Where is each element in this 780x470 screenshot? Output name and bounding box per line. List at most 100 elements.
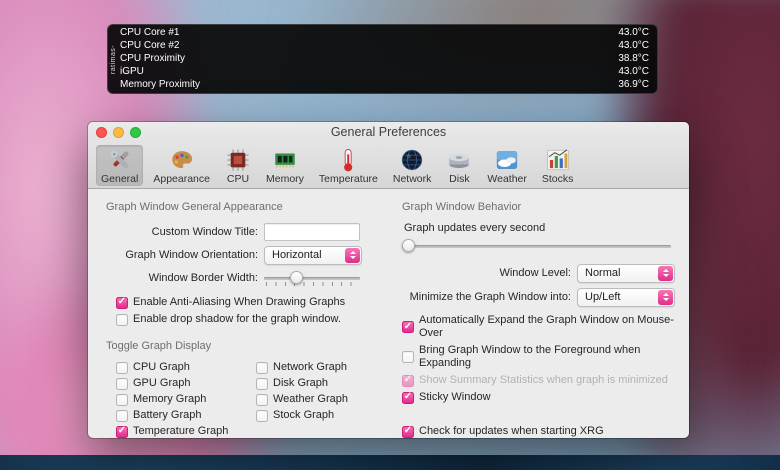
behavior-column: Graph Window Behavior Graph updates ever… (398, 201, 675, 438)
minimize-into-row: Minimize the Graph Window into: Up/Left (398, 287, 675, 307)
toolbar-item-disk[interactable]: Disk (441, 145, 477, 186)
sensor-label: CPU Proximity (120, 52, 186, 64)
checkbox-auto-expand[interactable]: Automatically Expand the Graph Window on… (402, 314, 675, 340)
update-speed-label: Graph updates every second (404, 222, 546, 234)
toolbar-item-weather[interactable]: Weather (482, 145, 532, 186)
memory-chip-icon (272, 147, 298, 173)
graph-toggle-grid: CPU Graph Network Graph GPU Graph Disk G… (102, 361, 378, 438)
section-title-behavior: Graph Window Behavior (402, 201, 522, 213)
checkbox-label: Enable Anti-Aliasing When Drawing Graphs (133, 296, 346, 308)
checkbox-box (402, 321, 414, 333)
checkbox-box (116, 296, 128, 309)
disk-icon (446, 147, 472, 173)
weather-cloud-icon (494, 147, 520, 173)
sensor-list: CPU Core #1 43.0°C CPU Core #2 43.0°C CP… (120, 27, 649, 91)
checkbox-temperature-graph[interactable]: Temperature Graph (116, 425, 242, 438)
preferences-content: Graph Window General Appearance Custom W… (88, 189, 689, 438)
sensor-row: CPU Proximity 38.8°C (120, 53, 649, 65)
border-width-label: Window Border Width: (148, 272, 258, 284)
toolbar-item-cpu[interactable]: CPU (220, 145, 256, 186)
checkbox-stock-graph[interactable]: Stock Graph (256, 409, 378, 422)
checkbox-drop-shadow[interactable]: Enable drop shadow for the graph window. (116, 313, 378, 326)
checkbox-battery-graph[interactable]: Battery Graph (116, 409, 242, 422)
checkbox-network-graph[interactable]: Network Graph (256, 361, 378, 374)
custom-title-row: Custom Window Title: (102, 222, 378, 242)
checkbox-gpu-graph[interactable]: GPU Graph (116, 377, 242, 390)
bottom-dark-strip (0, 455, 780, 470)
sensor-row: CPU Core #1 43.0°C (120, 27, 649, 39)
window-level-value: Normal (585, 267, 621, 279)
checkbox-disk-graph[interactable]: Disk Graph (256, 377, 378, 390)
widget-vertical-label-wrap: ratimas- (108, 25, 120, 93)
checkbox-memory-graph[interactable]: Memory Graph (116, 393, 242, 406)
checkbox-antialiasing[interactable]: Enable Anti-Aliasing When Drawing Graphs (116, 296, 378, 309)
checkbox-sticky-window[interactable]: Sticky Window (402, 391, 675, 404)
window-title: General Preferences (330, 125, 447, 139)
minimize-into-dropdown[interactable]: Up/Left (577, 287, 675, 307)
slider-track (402, 245, 671, 248)
orientation-dropdown[interactable]: Horizontal (264, 245, 362, 265)
sensor-row: CPU Core #2 43.0°C (120, 40, 649, 52)
checkbox-label: Bring Graph Window to the Foreground whe… (419, 344, 641, 369)
slider-knob[interactable] (402, 239, 415, 252)
toolbar-item-network[interactable]: Network (388, 145, 437, 186)
checkbox-box (256, 361, 268, 374)
network-globe-icon (399, 147, 425, 173)
sensor-value: 38.8°C (618, 52, 649, 64)
window-level-dropdown[interactable]: Normal (577, 263, 675, 283)
checkbox-label: Stock Graph (273, 409, 335, 421)
orientation-label: Graph Window Orientation: (125, 249, 258, 261)
toolbar-label: Stocks (541, 173, 574, 185)
window-level-row: Window Level: Normal (398, 263, 675, 283)
toolbar-item-appearance[interactable]: Appearance (148, 145, 215, 186)
slider-track (264, 276, 360, 280)
checkbox-cpu-graph[interactable]: CPU Graph (116, 361, 242, 374)
toolbar-item-stocks[interactable]: Stocks (537, 145, 579, 186)
temperature-widget[interactable]: ratimas- CPU Core #1 43.0°C CPU Core #2 … (107, 24, 658, 94)
toolbar-item-temperature[interactable]: Temperature (314, 145, 383, 186)
sensor-value: 43.0°C (618, 65, 649, 77)
toolbar-item-memory[interactable]: Memory (261, 145, 309, 186)
window-level-label: Window Level: (499, 267, 571, 279)
toolbar-label: Disk (449, 173, 470, 185)
custom-title-input[interactable] (264, 223, 360, 241)
checkbox-weather-graph[interactable]: Weather Graph (256, 393, 378, 406)
checkbox-box (116, 377, 128, 390)
dropdown-arrows-icon (658, 265, 673, 281)
sensor-row: iGPU 43.0°C (120, 66, 649, 78)
checkbox-label: Enable drop shadow for the graph window. (133, 313, 341, 325)
cpu-chip-icon (225, 147, 251, 173)
toolbar-label: Network (392, 173, 432, 185)
checkbox-box (256, 377, 268, 390)
toolbar-label: Temperature (318, 173, 378, 185)
checkbox-box (402, 351, 414, 363)
orientation-value: Horizontal (272, 249, 322, 261)
border-width-slider[interactable] (264, 270, 360, 287)
dropdown-arrows-icon (658, 289, 673, 305)
sensor-label: Memory Proximity (120, 78, 201, 90)
general-icon (107, 147, 133, 173)
sensor-value: 43.0°C (618, 40, 649, 52)
sensor-label: iGPU (120, 65, 144, 77)
checkbox-check-updates[interactable]: Check for updates when starting XRG (402, 425, 675, 438)
preferences-toolbar: General Appearance CPU Memory Temperatur… (88, 142, 689, 189)
widget-vertical-label: ratimas- (110, 44, 118, 74)
checkbox-label: Sticky Window (419, 391, 491, 403)
checkbox-box (402, 391, 414, 404)
sensor-label: CPU Core #2 (120, 40, 180, 52)
checkbox-label: Show Summary Statistics when graph is mi… (419, 374, 668, 386)
checkbox-box (116, 425, 128, 438)
checkbox-label: Disk Graph (273, 377, 329, 389)
checkbox-bring-foreground[interactable]: Bring Graph Window to the Foreground whe… (402, 344, 675, 370)
checkbox-label: Check for updates when starting XRG (419, 425, 604, 437)
checkbox-label: GPU Graph (133, 377, 191, 389)
slider-knob[interactable] (289, 270, 303, 284)
window-titlebar[interactable]: General Preferences (88, 122, 689, 142)
checkbox-box (256, 393, 268, 406)
minimize-into-value: Up/Left (585, 291, 621, 303)
update-speed-slider[interactable] (402, 238, 671, 255)
checkbox-box (116, 313, 128, 326)
toolbar-item-general[interactable]: General (96, 145, 144, 186)
checkbox-label: Battery Graph (133, 409, 202, 421)
checkbox-summary-stats: Show Summary Statistics when graph is mi… (402, 374, 675, 387)
